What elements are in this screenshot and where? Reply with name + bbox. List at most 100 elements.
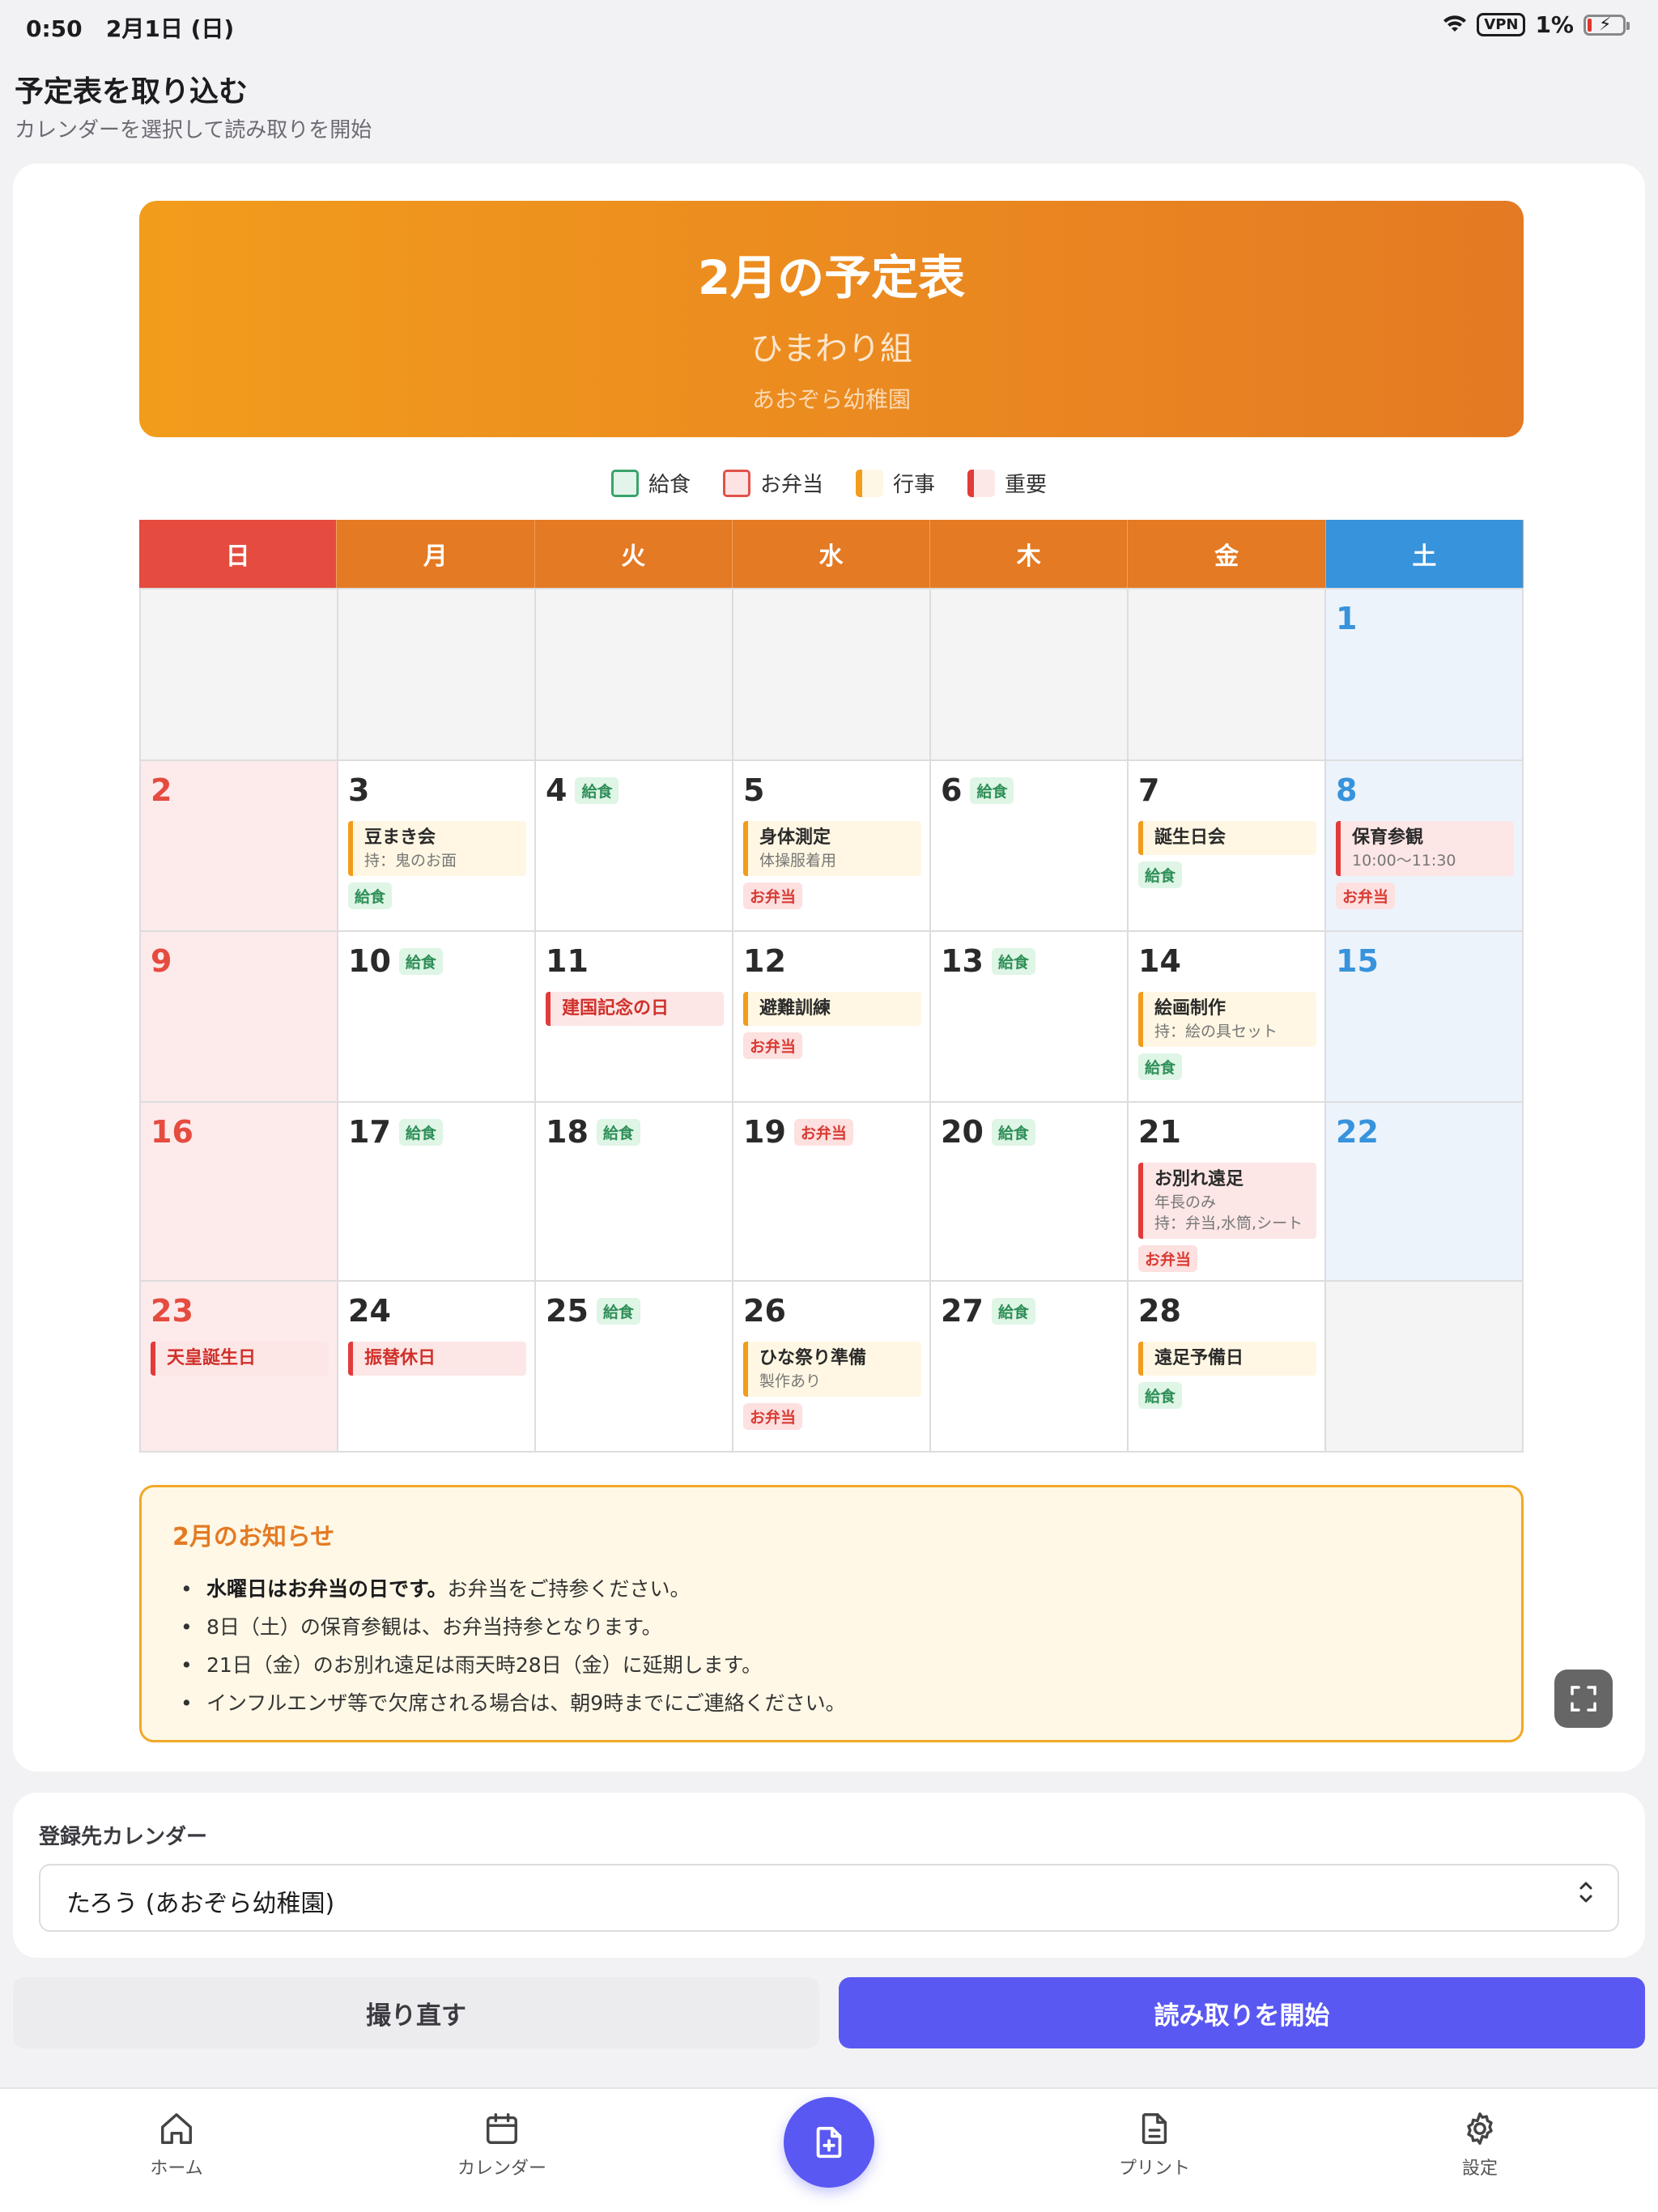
day-number: 26: [743, 1293, 786, 1329]
legend-label: 行事: [893, 473, 936, 497]
calendar-grid: 1 2 3 豆まき会 持：鬼のお面 給食 4 給食 5 身体測定 体操服着用 お弁当 …: [139, 588, 1524, 1453]
event-gyoji: 豆まき会持：鬼のお面: [348, 821, 526, 876]
tab-home[interactable]: ホーム: [96, 2110, 257, 2180]
event-gyoji: 遠足予備日: [1138, 1342, 1316, 1376]
day-number: 13: [941, 943, 984, 979]
kyushoku-badge: 給食: [398, 947, 443, 975]
day-cell: 21 お別れ遠足 年長のみ 持：弁当,水筒,シート お弁当: [1129, 1103, 1326, 1282]
legend-item-kyushoku: 給食: [610, 468, 691, 498]
kyushoku-badge: 給食: [398, 1118, 443, 1146]
day-cell: 14 絵画制作 持：絵の具セット 給食: [1129, 932, 1326, 1103]
day-cell: 4 給食: [536, 761, 733, 932]
event-title: 避難訓練: [759, 998, 831, 1019]
kyushoku-badge: 給食: [1138, 1382, 1183, 1409]
gear-icon: [1467, 2112, 1493, 2145]
event-gyoji: 誕生日会: [1138, 821, 1316, 855]
legend-swatch-juyo: [967, 469, 996, 497]
event-gyoji: 絵画制作持：絵の具セット: [1138, 992, 1316, 1047]
day-cell: 9: [141, 932, 338, 1103]
fullscreen-button[interactable]: [1554, 1670, 1613, 1728]
day-cell: 25 給食: [536, 1282, 733, 1453]
kyushoku-badge: 給食: [575, 776, 619, 804]
notice-item: 8日（土）の保育参観は、お弁当持参となります。: [172, 1608, 1490, 1646]
legend-swatch-kyushoku: [610, 469, 639, 497]
month-calendar: 日 月 火 水 木 金 土 1 2 3 豆まき会持：鬼のお面 給食 4給食: [139, 520, 1524, 1453]
day-cell: 17 給食: [338, 1103, 536, 1282]
tab-scan-document[interactable]: [784, 2097, 874, 2188]
event-title: 身体測定: [759, 827, 831, 848]
event-title: 建国記念の日: [562, 998, 670, 1019]
event-title: 絵画制作: [1154, 998, 1226, 1019]
tab-settings[interactable]: 設定: [1399, 2110, 1561, 2180]
day-number: 18: [546, 1114, 589, 1150]
event-title: 豆まき会: [364, 827, 436, 848]
tab-print[interactable]: プリント: [1073, 2110, 1235, 2180]
day-number: 11: [546, 943, 589, 979]
day-cell: 19 お弁当: [733, 1103, 931, 1282]
home-icon: [161, 2113, 192, 2144]
tab-label: 設定: [1461, 2159, 1498, 2179]
event-note: 持：鬼のお面: [364, 852, 457, 870]
day-cell: 3 豆まき会 持：鬼のお面 給食: [338, 761, 536, 932]
day-cell: 12 避難訓練 お弁当: [733, 932, 931, 1103]
weekday-thu: 木: [930, 520, 1129, 588]
vpn-badge: VPN: [1477, 13, 1526, 36]
tab-label: ホーム: [150, 2159, 203, 2179]
day-cell: 5 身体測定 体操服着用 お弁当: [733, 761, 931, 932]
tab-bar: ホーム カレンダー プリント 設定: [0, 2087, 1658, 2212]
event-note: 製作あり: [759, 1372, 822, 1390]
day-number: 10: [348, 943, 391, 979]
notice-item: インフルエンザ等で欠席される場合は、朝9時までにご連絡ください。: [172, 1684, 1490, 1722]
legend-label: お弁当: [759, 473, 823, 497]
weekday-mon: 月: [337, 520, 535, 588]
event-title: 保育参観: [1352, 827, 1424, 848]
notice-item: 水曜日はお弁当の日です。お弁当をご持参ください。: [172, 1570, 1490, 1608]
day-number: 14: [1138, 943, 1181, 979]
day-number: 21: [1138, 1114, 1181, 1150]
event-note: 持：絵の具セット: [1154, 1023, 1278, 1040]
day-number: 5: [743, 772, 765, 808]
day-cell: 20 給食: [931, 1103, 1129, 1282]
day-number: 15: [1336, 943, 1379, 979]
event-note: 10:00〜11:30: [1352, 852, 1456, 870]
date-text: 2月1日 (日): [105, 15, 235, 42]
day-number: 7: [1138, 772, 1160, 808]
kyushoku-badge: 給食: [1138, 861, 1183, 888]
battery-icon: ⚡: [1584, 14, 1630, 36]
battery-percent: 1%: [1535, 11, 1574, 38]
legend-item-obento: お弁当: [722, 468, 823, 498]
day-cell: 6 給食: [931, 761, 1129, 932]
day-cell: 7 誕生日会 給食: [1129, 761, 1326, 932]
tab-calendar[interactable]: カレンダー: [421, 2110, 583, 2180]
day-number: 1: [1336, 601, 1358, 636]
legend-swatch-gyoji: [856, 469, 883, 497]
day-cell: 22: [1326, 1103, 1524, 1282]
day-cell: 26 ひな祭り準備 製作あり お弁当: [733, 1282, 931, 1453]
day-number: 4: [546, 772, 568, 808]
day-cell: 8 保育参観 10:00〜11:30 お弁当: [1326, 761, 1524, 932]
day-cell-empty: [141, 589, 338, 761]
day-cell: 10 給食: [338, 932, 536, 1103]
retake-button[interactable]: 撮り直す: [13, 1977, 819, 2048]
start-reading-button[interactable]: 読み取りを開始: [839, 1977, 1645, 2048]
schedule-title: 2月の予定表: [697, 250, 966, 305]
day-number: 25: [546, 1293, 589, 1329]
day-cell: 28 遠足予備日 給食: [1129, 1282, 1326, 1453]
schedule-banner: 2月の予定表 ひまわり組 あおぞら幼稚園: [139, 201, 1524, 437]
schedule-preview-card: 2月の予定表 ひまわり組 あおぞら幼稚園 給食 お弁当 行事 重要 日 月 火 …: [13, 164, 1645, 1772]
event-note: 持：弁当,水筒,シート: [1154, 1214, 1303, 1232]
status-indicators: VPN 1% ⚡: [1443, 11, 1630, 38]
day-cell: 24 振替休日: [338, 1282, 536, 1453]
calendar-select[interactable]: たろう (あおぞら幼稚園): [39, 1864, 1619, 1932]
weekday-sun: 日: [139, 520, 338, 588]
legend-label: 重要: [1005, 473, 1048, 497]
kyushoku-badge: 給食: [991, 1297, 1035, 1325]
obento-badge: お弁当: [743, 1403, 803, 1430]
page-title: 予定表を取り込む: [15, 75, 249, 108]
event-title: ひな祭り準備: [759, 1348, 867, 1368]
day-number: 9: [151, 943, 172, 979]
day-number: 2: [151, 772, 172, 808]
kyushoku-badge: 給食: [596, 1118, 640, 1146]
event-title: 遠足予備日: [1154, 1348, 1244, 1368]
day-number: 16: [151, 1114, 193, 1150]
